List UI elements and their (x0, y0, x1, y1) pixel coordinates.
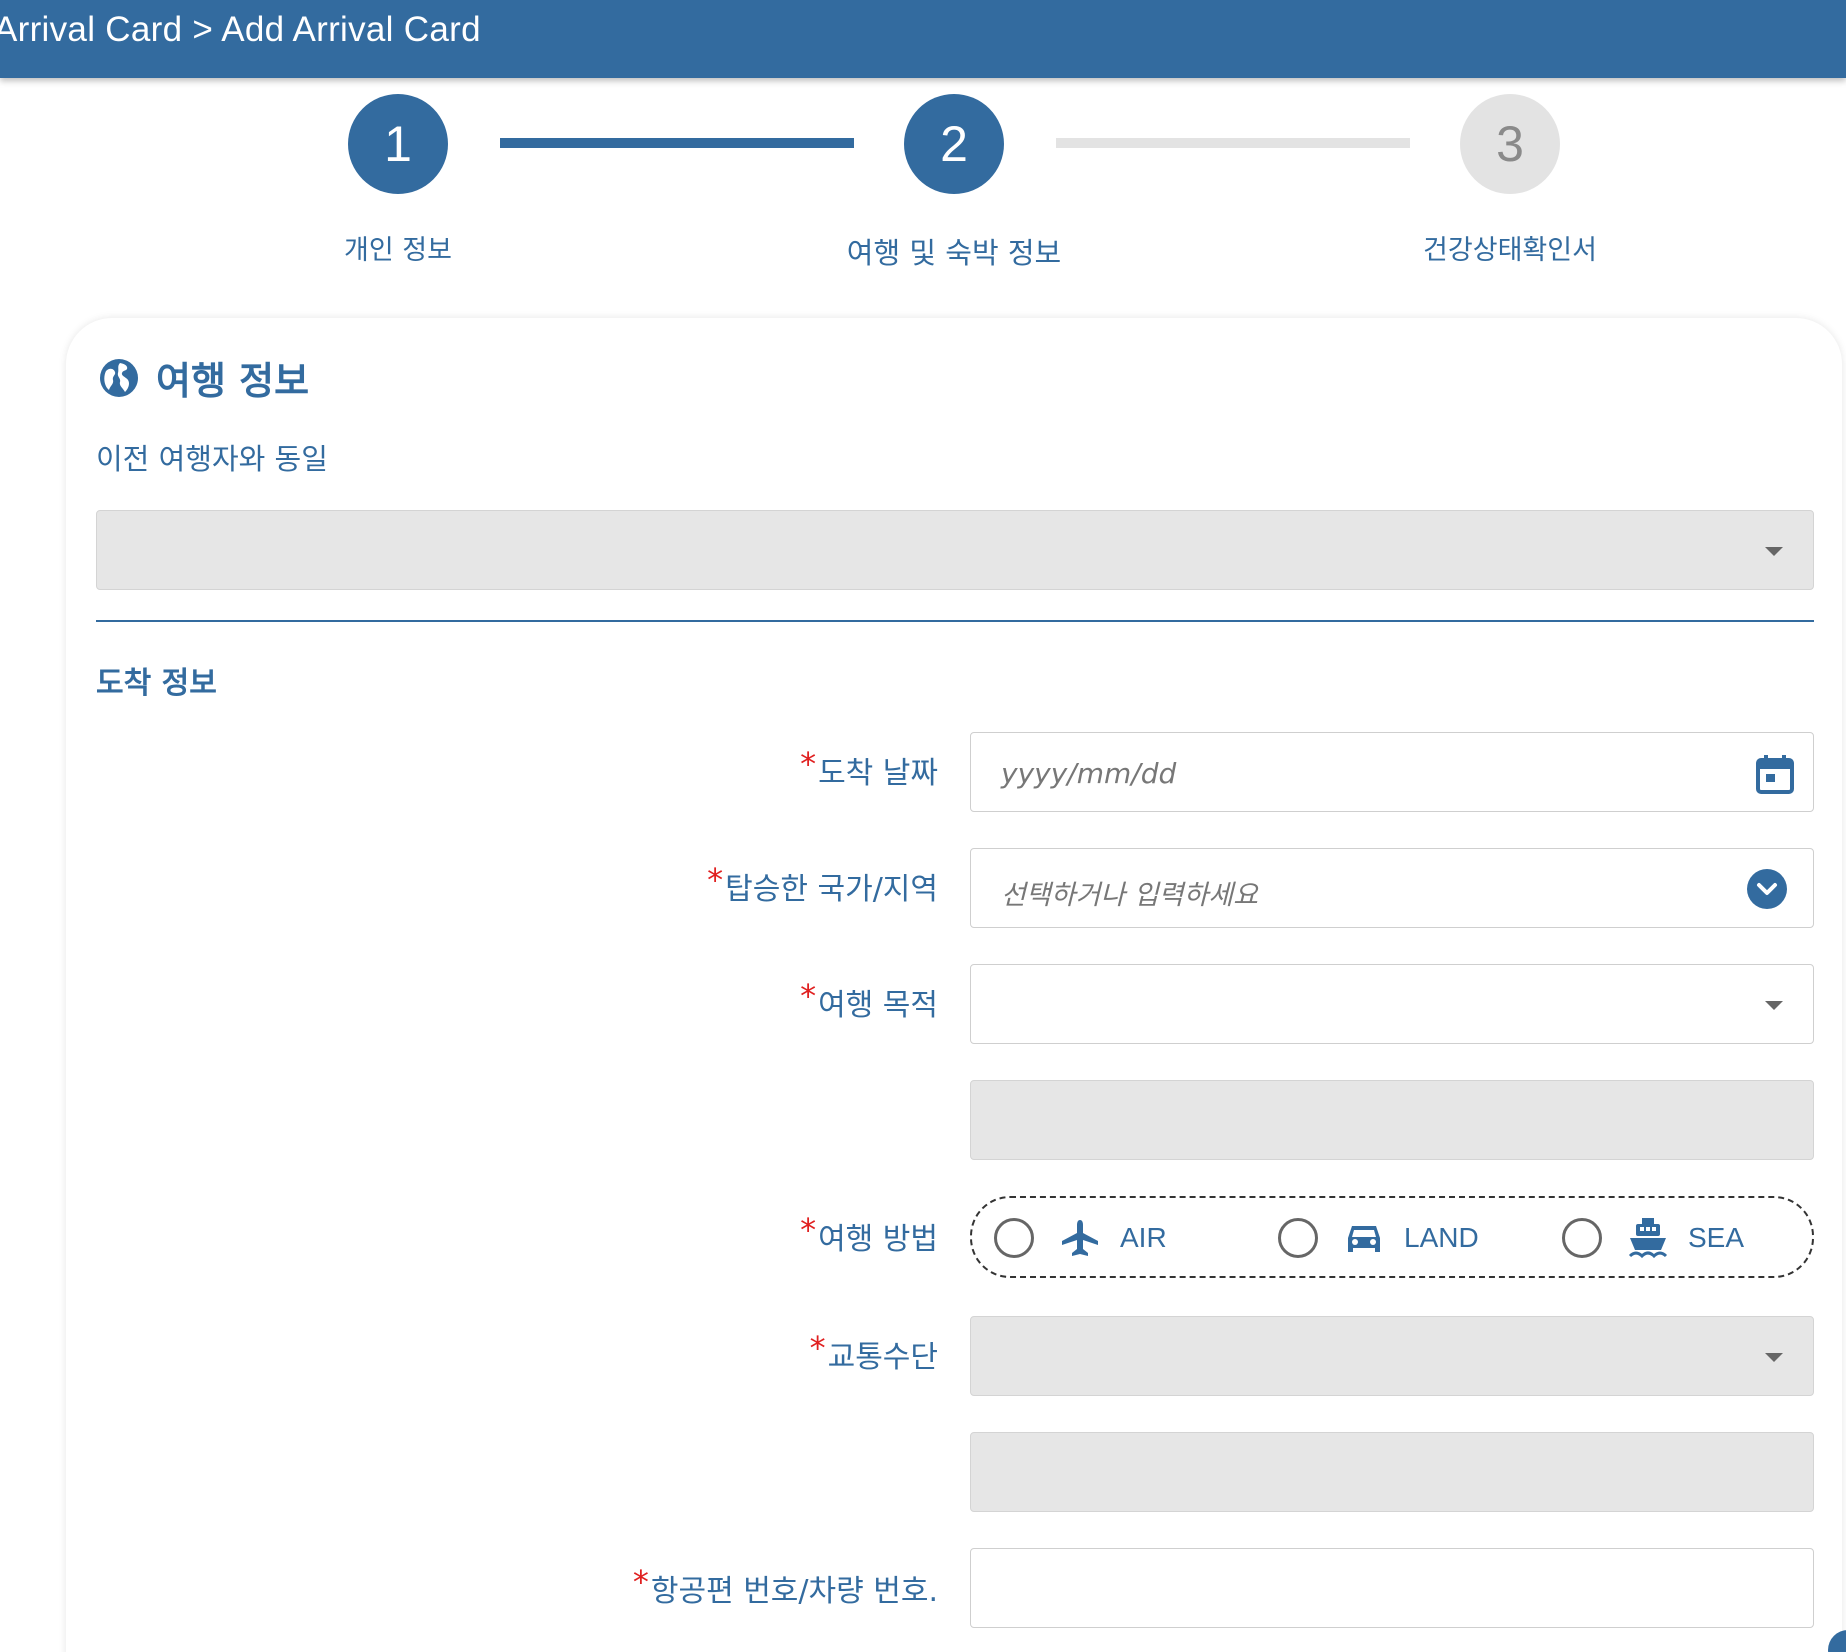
step-2-label: 여행 및 숙박 정보 (846, 236, 1062, 270)
travel-method-sea-option[interactable]: SEA (1562, 1216, 1744, 1260)
dropdown-caret-icon (1765, 1353, 1783, 1362)
required-marker: * (809, 1329, 826, 1367)
required-marker: * (800, 977, 817, 1015)
radio-sea[interactable] (1562, 1218, 1602, 1258)
step-3-label: 건강상태확인서 (1423, 235, 1597, 266)
step-3-circle: 3 (1460, 94, 1560, 194)
flight-vehicle-number-input[interactable] (970, 1548, 1814, 1628)
boarding-country-placeholder: 선택하거나 입력하세요 (1001, 880, 1258, 911)
travel-purpose-select[interactable] (970, 964, 1814, 1044)
step-connector-1 (500, 138, 854, 148)
ship-icon (1628, 1218, 1668, 1259)
arrival-date-label: *도착 날짜 (800, 745, 938, 791)
travel-method-land-option[interactable]: LAND (1278, 1216, 1479, 1260)
transport-label: *교통수단 (809, 1329, 938, 1375)
travel-method-air-label: AIR (1120, 1222, 1167, 1253)
section-divider (96, 620, 1814, 622)
required-marker: * (707, 861, 724, 899)
arrival-date-input[interactable]: yyyy/mm/dd (970, 732, 1814, 812)
travel-purpose-label: *여행 목적 (800, 977, 938, 1023)
dropdown-caret-icon (1765, 1001, 1783, 1010)
step-1-label: 개인 정보 (344, 235, 452, 266)
globe-icon (100, 358, 138, 397)
car-icon (1348, 1226, 1380, 1252)
travel-method-label: *여행 방법 (800, 1211, 938, 1257)
same-as-previous-label: 이전 여행자와 동일 (96, 442, 328, 476)
travel-method-sea-label: SEA (1688, 1222, 1745, 1253)
boarding-country-label: *탑승한 국가/지역 (707, 861, 938, 907)
travel-method-radio-group: AIR LAND SEA (970, 1196, 1814, 1278)
dropdown-caret-icon (1765, 547, 1783, 556)
step-1-circle: 1 (348, 94, 448, 194)
travel-info-title-text: 여행 정보 (156, 359, 310, 403)
transport-select[interactable] (970, 1316, 1814, 1396)
travel-method-air-option[interactable]: AIR (994, 1216, 1167, 1260)
travel-method-land-label: LAND (1404, 1222, 1479, 1253)
boarding-country-combobox[interactable]: 선택하거나 입력하세요 (970, 848, 1814, 928)
breadcrumb: Arrival Card > Add Arrival Card (0, 10, 481, 49)
travel-purpose-other-input[interactable] (970, 1080, 1814, 1160)
required-marker: * (800, 1211, 817, 1249)
travel-info-title: 여행 정보 (98, 350, 309, 405)
step-2-circle: 2 (904, 94, 1004, 194)
calendar-icon[interactable] (1755, 753, 1795, 795)
radio-air[interactable] (994, 1218, 1034, 1258)
same-as-previous-select[interactable] (96, 510, 1814, 590)
transport-other-input[interactable] (970, 1432, 1814, 1512)
required-marker: * (800, 745, 817, 783)
chevron-down-circle-icon[interactable] (1747, 869, 1787, 909)
top-bar: Arrival Card > Add Arrival Card (0, 0, 1846, 78)
arrival-date-placeholder: yyyy/mm/dd (1001, 757, 1177, 790)
radio-land[interactable] (1278, 1218, 1318, 1258)
airplane-icon (1062, 1220, 1098, 1256)
required-marker: * (632, 1563, 649, 1601)
flight-vehicle-number-label: *항공편 번호/차량 번호. (632, 1563, 938, 1609)
arrival-info-title: 도착 정보 (96, 666, 217, 701)
step-connector-2 (1056, 138, 1410, 148)
